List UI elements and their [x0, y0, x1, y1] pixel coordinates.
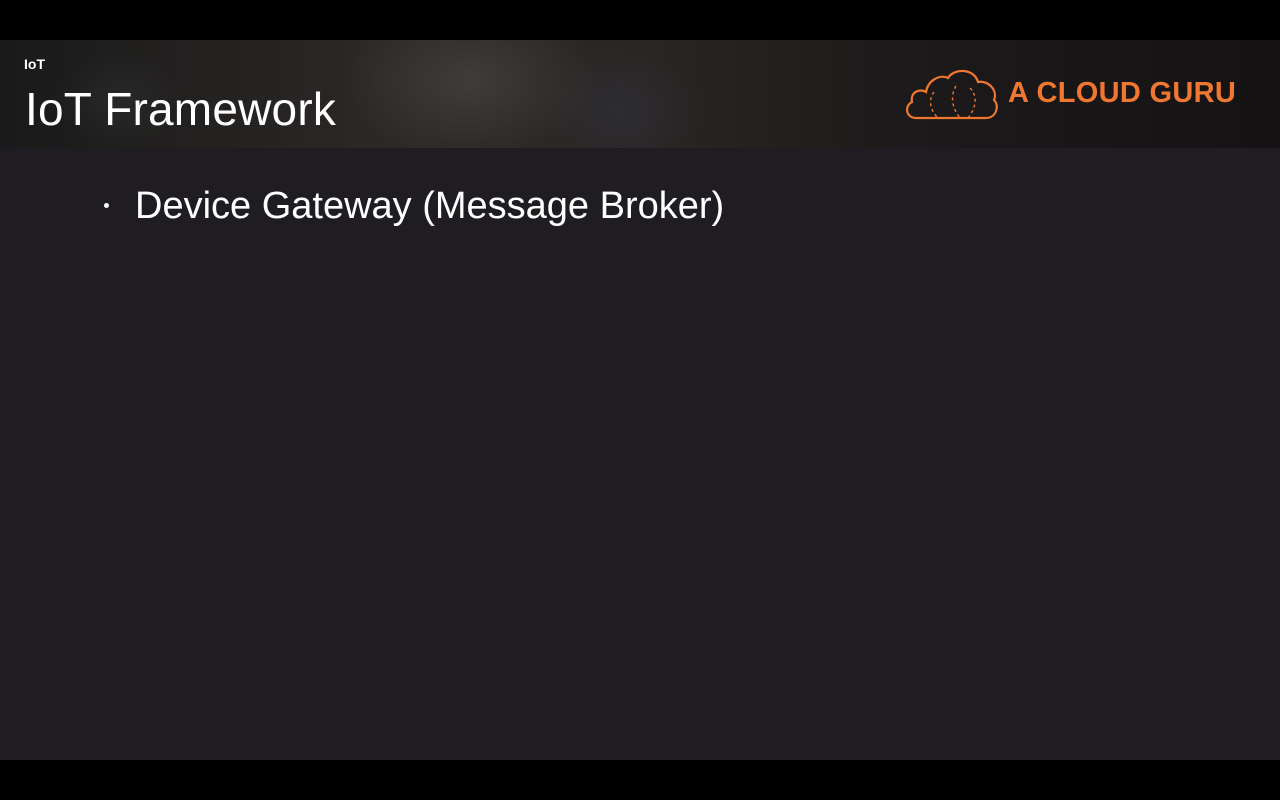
brand-name: A CLOUD GURU	[1008, 77, 1237, 109]
bullet-text: Device Gateway (Message Broker)	[135, 185, 725, 227]
bullet-item: Device Gateway (Message Broker)	[100, 180, 724, 232]
slide-title: IoT Framework	[25, 83, 337, 135]
letterbox-top	[0, 0, 1280, 40]
section-label: IoT	[24, 56, 45, 72]
brand-logo: A CLOUD GURU	[904, 66, 1244, 122]
slide-header: IoT IoT Framework A CLOUD GURU	[0, 40, 1280, 148]
letterbox-bottom	[0, 760, 1280, 800]
cloud-icon	[906, 69, 998, 120]
bullet-list: Device Gateway (Message Broker)	[100, 180, 724, 232]
bullet-dot-icon	[104, 203, 109, 208]
slide: IoT IoT Framework A CLOUD GURU Device Ga…	[0, 40, 1280, 760]
